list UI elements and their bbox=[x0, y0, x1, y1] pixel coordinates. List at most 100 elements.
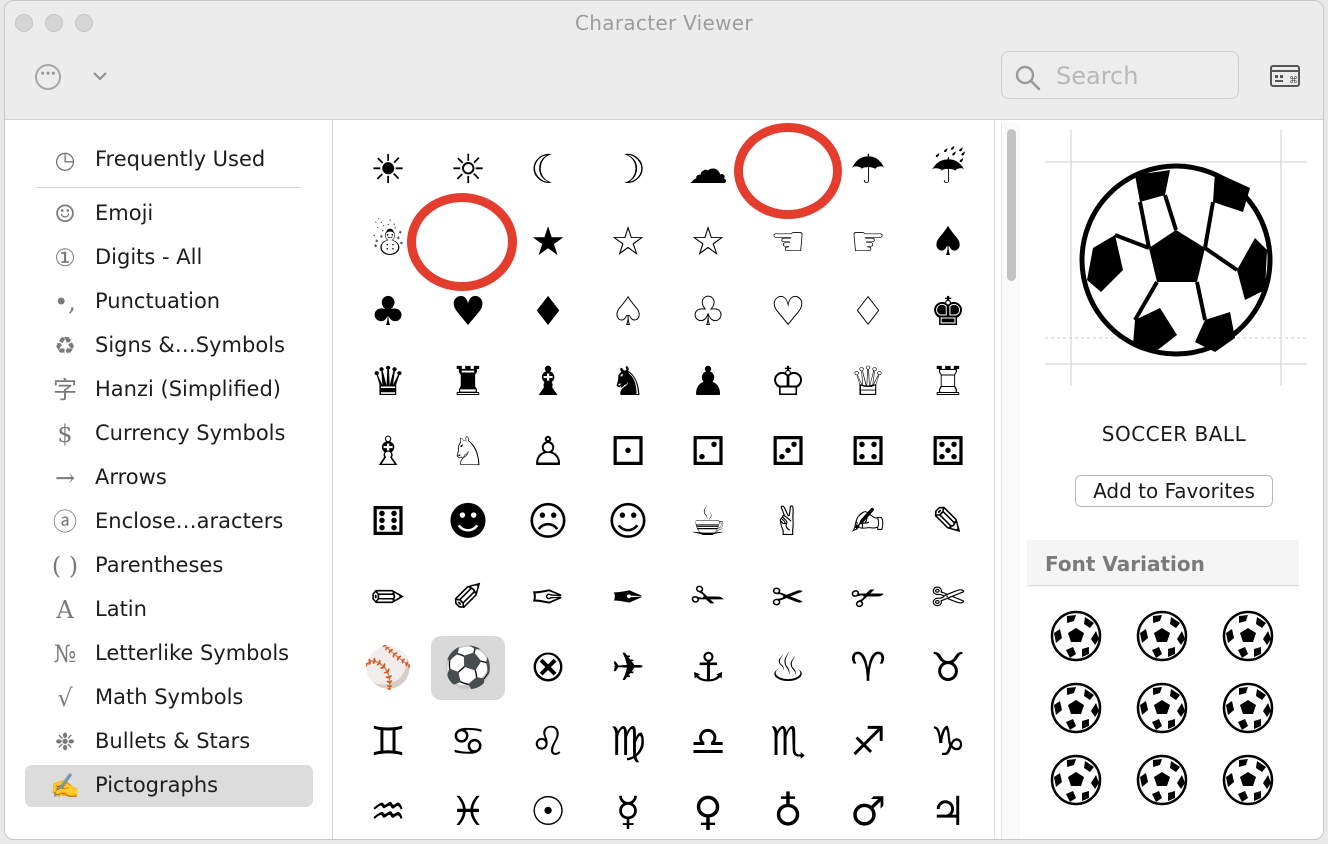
character-cell[interactable]: ♍ bbox=[591, 710, 665, 774]
sidebar-item-signs-symbols[interactable]: ♻ Signs &…Symbols bbox=[25, 325, 313, 367]
character-cell[interactable]: ♗ bbox=[351, 420, 425, 484]
character-cell[interactable]: ♢ bbox=[831, 280, 905, 344]
character-cell[interactable]: ♧ bbox=[671, 280, 745, 344]
character-cell[interactable]: ♣ bbox=[351, 280, 425, 344]
character-cell[interactable]: ☿ bbox=[591, 780, 665, 839]
character-cell[interactable]: ☾ bbox=[511, 138, 585, 202]
more-actions-icon[interactable]: ··· bbox=[35, 64, 61, 90]
character-cell[interactable]: ♒ bbox=[351, 780, 425, 839]
character-cell[interactable]: ♦ bbox=[511, 280, 585, 344]
character-cell[interactable]: ✏ bbox=[351, 566, 425, 630]
character-cell[interactable]: ☞ bbox=[831, 210, 905, 274]
character-cell[interactable]: ♔ bbox=[751, 350, 825, 414]
character-cell[interactable]: ☹ bbox=[511, 490, 585, 554]
add-to-favorites-button[interactable]: Add to Favorites bbox=[1075, 475, 1273, 507]
sidebar-item-math-symbols[interactable]: √ Math Symbols bbox=[25, 677, 313, 719]
character-cell[interactable]: ☆ bbox=[591, 210, 665, 274]
character-cell[interactable]: ♓ bbox=[431, 780, 505, 839]
character-cell[interactable]: ♉ bbox=[911, 636, 985, 700]
character-cell[interactable]: ♙ bbox=[511, 420, 585, 484]
character-cell[interactable]: ♑ bbox=[911, 710, 985, 774]
character-cell[interactable]: ✑ bbox=[511, 566, 585, 630]
sidebar-item-currency-symbols[interactable]: $ Currency Symbols bbox=[25, 413, 313, 455]
character-cell[interactable]: ⚅ bbox=[351, 490, 425, 554]
character-cell[interactable]: ☂ bbox=[831, 138, 905, 202]
character-cell[interactable]: ♏ bbox=[751, 710, 825, 774]
sidebar-item-bullets-stars[interactable]: ❉ Bullets & Stars bbox=[25, 721, 313, 763]
soccer-ball-variation-icon[interactable] bbox=[1049, 681, 1103, 735]
character-cell[interactable]: ✌ bbox=[751, 490, 825, 554]
sidebar-item-arrows[interactable]: → Arrows bbox=[25, 457, 313, 499]
character-cell[interactable]: ♝ bbox=[511, 350, 585, 414]
sidebar-item-digits-all[interactable]: ① Digits - All bbox=[25, 237, 313, 279]
chevron-down-icon[interactable] bbox=[89, 61, 111, 87]
keyboard-viewer-icon[interactable]: ⌘ bbox=[1270, 65, 1300, 87]
character-cell[interactable]: ☔ bbox=[911, 138, 985, 202]
character-cell[interactable]: ♈ bbox=[831, 636, 905, 700]
character-cell[interactable]: ✐ bbox=[431, 566, 505, 630]
character-cell[interactable]: ♠ bbox=[911, 210, 985, 274]
soccer-ball-variation-icon[interactable] bbox=[1135, 753, 1189, 807]
character-cell[interactable]: ✁ bbox=[671, 566, 745, 630]
character-cell[interactable]: ☕ bbox=[671, 490, 745, 554]
sidebar-item-emoji[interactable]: ☺ Emoji bbox=[25, 193, 313, 235]
character-cell[interactable]: ⚁ bbox=[671, 420, 745, 484]
soccer-ball-variation-icon[interactable] bbox=[1049, 609, 1103, 663]
sidebar-item-hanzi-simplified[interactable]: 字 Hanzi (Simplified) bbox=[25, 369, 313, 411]
sidebar-item-latin[interactable]: A Latin bbox=[25, 589, 313, 631]
character-cell[interactable]: ⚃ bbox=[831, 420, 905, 484]
character-cell[interactable]: ✍ bbox=[831, 490, 905, 554]
sidebar-item-parentheses[interactable]: ( ) Parentheses bbox=[25, 545, 313, 587]
character-cell[interactable]: ⮿ bbox=[511, 636, 585, 700]
sidebar-item-enclose-aracters[interactable]: ⓐ Enclose…aracters bbox=[25, 501, 313, 543]
character-cell[interactable]: ☺ bbox=[591, 490, 665, 554]
character-cell[interactable]: ⚓ bbox=[671, 636, 745, 700]
soccer-ball-variation-icon[interactable] bbox=[1221, 681, 1275, 735]
character-cell[interactable]: ♖ bbox=[911, 350, 985, 414]
character-cell[interactable]: ☉ bbox=[511, 780, 585, 839]
soccer-ball-variation-icon[interactable] bbox=[1135, 681, 1189, 735]
character-cell[interactable]: ♐ bbox=[831, 710, 905, 774]
character-cell[interactable]: ⚾ bbox=[351, 636, 425, 700]
character-cell[interactable]: ♜ bbox=[431, 350, 505, 414]
character-cell[interactable]: ♕ bbox=[831, 350, 905, 414]
sidebar-item-frequently-used[interactable]: ◷ Frequently Used bbox=[25, 139, 313, 181]
character-cell[interactable]: ⚽ bbox=[431, 636, 505, 700]
character-cell[interactable]: ☽ bbox=[591, 138, 665, 202]
soccer-ball-variation-icon[interactable] bbox=[1135, 609, 1189, 663]
character-cell[interactable]: ✄ bbox=[911, 566, 985, 630]
sidebar-item-letterlike-symbols[interactable]: № Letterlike Symbols bbox=[25, 633, 313, 675]
character-cell[interactable]: ♟ bbox=[671, 350, 745, 414]
character-cell[interactable]: ♋ bbox=[431, 710, 505, 774]
character-cell[interactable]: ♛ bbox=[351, 350, 425, 414]
sidebar-item-punctuation[interactable]: •, Punctuation bbox=[25, 281, 313, 323]
character-cell[interactable]: ★ bbox=[511, 210, 585, 274]
character-cell[interactable]: ✎ bbox=[911, 490, 985, 554]
character-cell[interactable]: ☜ bbox=[751, 210, 825, 274]
character-cell[interactable]: ♌ bbox=[511, 710, 585, 774]
character-cell[interactable]: ☆ bbox=[671, 210, 745, 274]
character-cell[interactable]: ✒ bbox=[591, 566, 665, 630]
character-cell[interactable]: ☻ bbox=[431, 490, 505, 554]
character-cell[interactable]: ♃ bbox=[911, 780, 985, 839]
character-cell[interactable]: ✂ bbox=[751, 566, 825, 630]
character-cell[interactable]: ♎ bbox=[671, 710, 745, 774]
grid-scrollbar[interactable] bbox=[1001, 123, 1020, 839]
character-cell[interactable]: ♤ bbox=[591, 280, 665, 344]
character-cell[interactable]: ✈ bbox=[591, 636, 665, 700]
character-cell[interactable]: ♊ bbox=[351, 710, 425, 774]
character-cell[interactable]: ♘ bbox=[431, 420, 505, 484]
character-cell[interactable]: ⚀ bbox=[591, 420, 665, 484]
character-cell[interactable]: ♨ bbox=[751, 636, 825, 700]
character-cell[interactable]: ⚂ bbox=[751, 420, 825, 484]
soccer-ball-variation-icon[interactable] bbox=[1221, 753, 1275, 807]
scrollbar-thumb[interactable] bbox=[1007, 129, 1016, 281]
character-cell[interactable]: ✃ bbox=[831, 566, 905, 630]
character-cell[interactable]: ♁ bbox=[751, 780, 825, 839]
soccer-ball-variation-icon[interactable] bbox=[1049, 753, 1103, 807]
character-cell[interactable]: ♡ bbox=[751, 280, 825, 344]
character-cell[interactable]: ♚ bbox=[911, 280, 985, 344]
character-cell[interactable]: ⚄ bbox=[911, 420, 985, 484]
character-cell[interactable]: ♞ bbox=[591, 350, 665, 414]
search-field[interactable]: Search bbox=[1001, 51, 1239, 99]
